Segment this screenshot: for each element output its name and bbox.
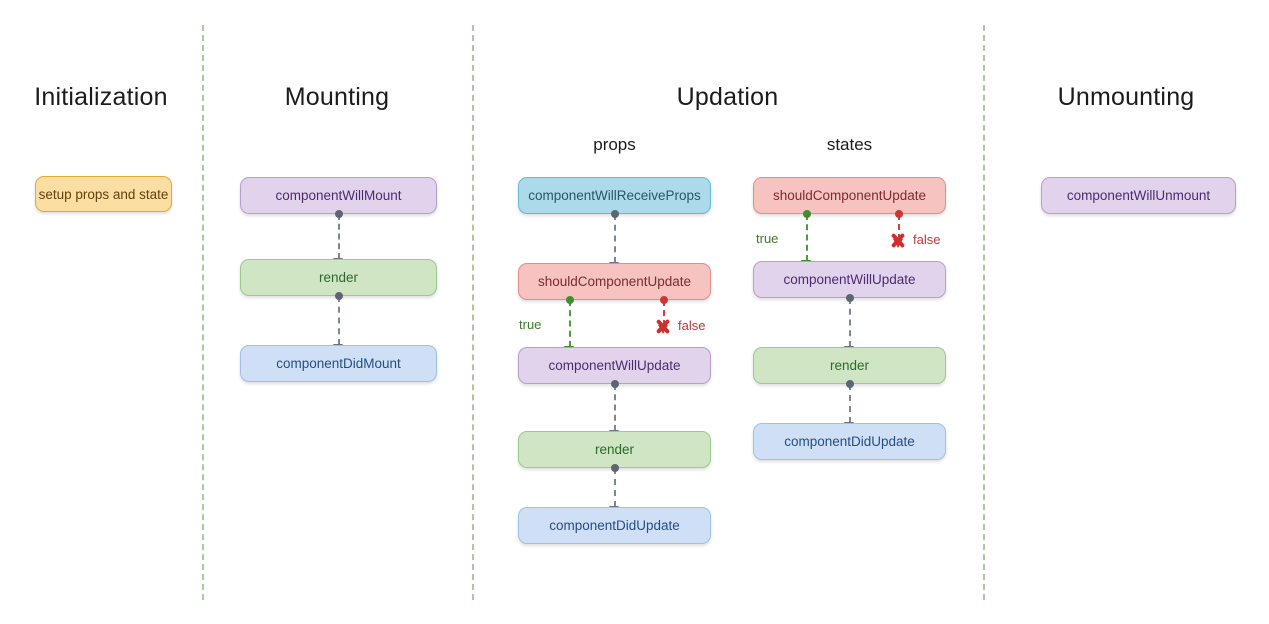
connector-line	[614, 384, 616, 431]
node-states-component-will-update[interactable]: componentWillUpdate	[753, 261, 946, 298]
connector-start-dot	[611, 210, 619, 218]
subheading-props: props	[593, 135, 636, 154]
section-title-mounting: Mounting	[284, 83, 390, 111]
connector-start-dot	[846, 294, 854, 302]
node-component-will-mount[interactable]: componentWillMount	[240, 177, 437, 214]
connector-line	[338, 296, 340, 345]
node-props-should-component-update[interactable]: shouldComponentUpdate	[518, 263, 711, 300]
section-title-updation: Updation	[676, 83, 779, 111]
node-mount-render[interactable]: render	[240, 259, 437, 296]
connector-start-dot	[335, 292, 343, 300]
branch-label-states-false: false	[913, 232, 941, 247]
node-props-render[interactable]: render	[518, 431, 711, 468]
node-states-render[interactable]: render	[753, 347, 946, 384]
node-props-component-did-update[interactable]: componentDidUpdate	[518, 507, 711, 544]
connector-line	[849, 298, 851, 347]
node-component-will-unmount[interactable]: componentWillUnmount	[1041, 177, 1236, 214]
node-component-will-receive-props[interactable]: componentWillReceiveProps	[518, 177, 711, 214]
connector-start-dot	[335, 210, 343, 218]
react-lifecycle-diagram: Initialization Mounting Updation Unmount…	[0, 0, 1269, 624]
connector-line	[849, 384, 851, 423]
node-component-did-mount[interactable]: componentDidMount	[240, 345, 437, 382]
connector-line	[338, 214, 340, 259]
connector-line	[614, 214, 616, 263]
connector-start-dot	[846, 380, 854, 388]
connector-start-dot	[611, 380, 619, 388]
section-title-unmounting: Unmounting	[1057, 83, 1195, 111]
subheading-states: states	[826, 135, 873, 154]
branch-label-states-true: true	[756, 231, 779, 246]
connector-start-dot	[660, 296, 668, 304]
branch-label-props-true: true	[519, 317, 542, 332]
connector-start-dot	[895, 210, 903, 218]
node-states-should-component-update[interactable]: shouldComponentUpdate	[753, 177, 946, 214]
connector-line	[569, 300, 571, 347]
node-states-component-did-update[interactable]: componentDidUpdate	[753, 423, 946, 460]
node-setup-props-and-state[interactable]: setup props and state	[35, 176, 172, 212]
section-title-initialization: Initialization	[34, 83, 168, 111]
connector-start-dot	[566, 296, 574, 304]
x-mark-icon-props	[653, 316, 673, 336]
node-props-component-will-update[interactable]: componentWillUpdate	[518, 347, 711, 384]
connector-start-dot	[611, 464, 619, 472]
x-mark-icon-states	[888, 230, 908, 250]
connector-line	[614, 468, 616, 507]
branch-label-props-false: false	[678, 318, 706, 333]
connector-line	[806, 214, 808, 261]
connector-start-dot	[803, 210, 811, 218]
